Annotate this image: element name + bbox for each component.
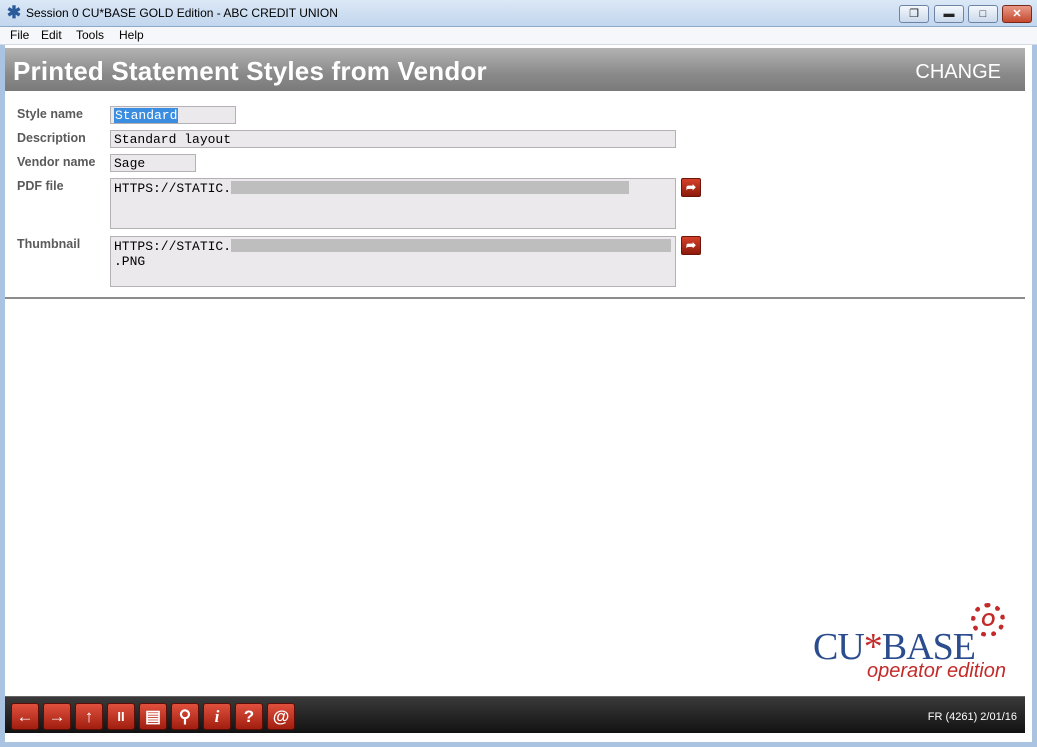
back-arrow-icon: ← — [16, 707, 34, 726]
logo-gear-icon: O — [971, 603, 1005, 637]
cubase-logo: CU*BASE O operator edition — [813, 603, 1013, 683]
up-button[interactable]: ↑ — [75, 703, 103, 730]
pdf-file-value: HTTPS://STATIC. — [114, 181, 232, 196]
mode-indicator: CHANGE — [915, 61, 1001, 83]
info-icon: i — [214, 707, 220, 726]
share-arrow-icon: ➦ — [685, 238, 697, 252]
maximize-button[interactable]: □ — [968, 5, 998, 23]
close-icon: ✕ — [1012, 8, 1022, 20]
link-icon: ⚲ — [178, 707, 192, 726]
restore-button[interactable]: ❐ — [899, 5, 929, 23]
link-button[interactable]: ⚲ — [171, 703, 199, 730]
close-button[interactable]: ✕ — [1002, 5, 1032, 23]
print-button[interactable]: ▤ — [139, 703, 167, 730]
print-icon: ▤ — [144, 707, 162, 726]
thumbnail-value-line2: .PNG — [114, 254, 146, 269]
description-label: Description — [17, 131, 86, 145]
style-name-label: Style name — [17, 107, 84, 121]
minimize-icon: ▬ — [943, 8, 955, 20]
description-input[interactable]: Standard layout — [110, 130, 676, 148]
menu-bar: File Edit Tools Help — [0, 27, 1037, 45]
menu-file[interactable]: File — [10, 28, 29, 42]
at-button[interactable]: @ — [267, 703, 295, 730]
bottom-toolbar: ← → ↑ II ▤ ⚲ i ? @ FR (4261) 2/01/16 — [5, 696, 1025, 733]
section-divider — [5, 297, 1025, 299]
thumbnail-open-button[interactable]: ➦ — [681, 236, 701, 255]
thumbnail-label: Thumbnail — [17, 237, 81, 251]
style-name-input[interactable]: Standard — [110, 106, 236, 124]
help-icon: ? — [243, 707, 255, 726]
restore-icon: ❐ — [909, 8, 919, 20]
pdf-file-open-button[interactable]: ➦ — [681, 178, 701, 197]
menu-help[interactable]: Help — [119, 28, 144, 42]
thumbnail-input[interactable]: HTTPS://STATIC. .PNG — [110, 236, 676, 287]
window-title: Session 0 CU*BASE GOLD Edition - ABC CRE… — [26, 6, 338, 20]
minimize-button[interactable]: ▬ — [934, 5, 964, 23]
menu-edit[interactable]: Edit — [41, 28, 62, 42]
status-text: FR (4261) 2/01/16 — [927, 711, 1017, 723]
help-button[interactable]: ? — [235, 703, 263, 730]
up-arrow-icon: ↑ — [84, 707, 94, 726]
pdf-file-input[interactable]: HTTPS://STATIC. — [110, 178, 676, 229]
style-name-value: Standard — [114, 108, 179, 123]
vendor-name-value: Sage — [114, 156, 146, 171]
page-title: Printed Statement Styles from Vendor — [13, 56, 487, 86]
client-area: Printed Statement Styles from Vendor CHA… — [5, 45, 1032, 742]
description-value: Standard layout — [114, 132, 232, 147]
vendor-name-label: Vendor name — [17, 155, 96, 169]
forward-button[interactable]: → — [43, 703, 71, 730]
app-asterisk-icon: ✱ — [6, 3, 22, 22]
window-titlebar: ✱ Session 0 CU*BASE GOLD Edition - ABC C… — [0, 0, 1037, 27]
pdf-file-label: PDF file — [17, 179, 64, 193]
share-arrow-icon: ➦ — [685, 180, 697, 194]
thumbnail-value-line1: HTTPS://STATIC. — [114, 239, 232, 254]
pause-icon: II — [117, 709, 125, 724]
maximize-icon: □ — [979, 8, 987, 20]
menu-tools[interactable]: Tools — [76, 28, 104, 42]
page-header: Printed Statement Styles from Vendor CHA… — [5, 48, 1025, 91]
redacted-block — [231, 239, 672, 252]
forward-arrow-icon: → — [48, 707, 66, 726]
info-button[interactable]: i — [203, 703, 231, 730]
redacted-block — [231, 181, 630, 194]
pause-button[interactable]: II — [107, 703, 135, 730]
logo-edition-text: operator edition — [867, 660, 1006, 682]
vendor-name-input[interactable]: Sage — [110, 154, 196, 172]
at-icon: @ — [272, 707, 290, 726]
back-button[interactable]: ← — [11, 703, 39, 730]
